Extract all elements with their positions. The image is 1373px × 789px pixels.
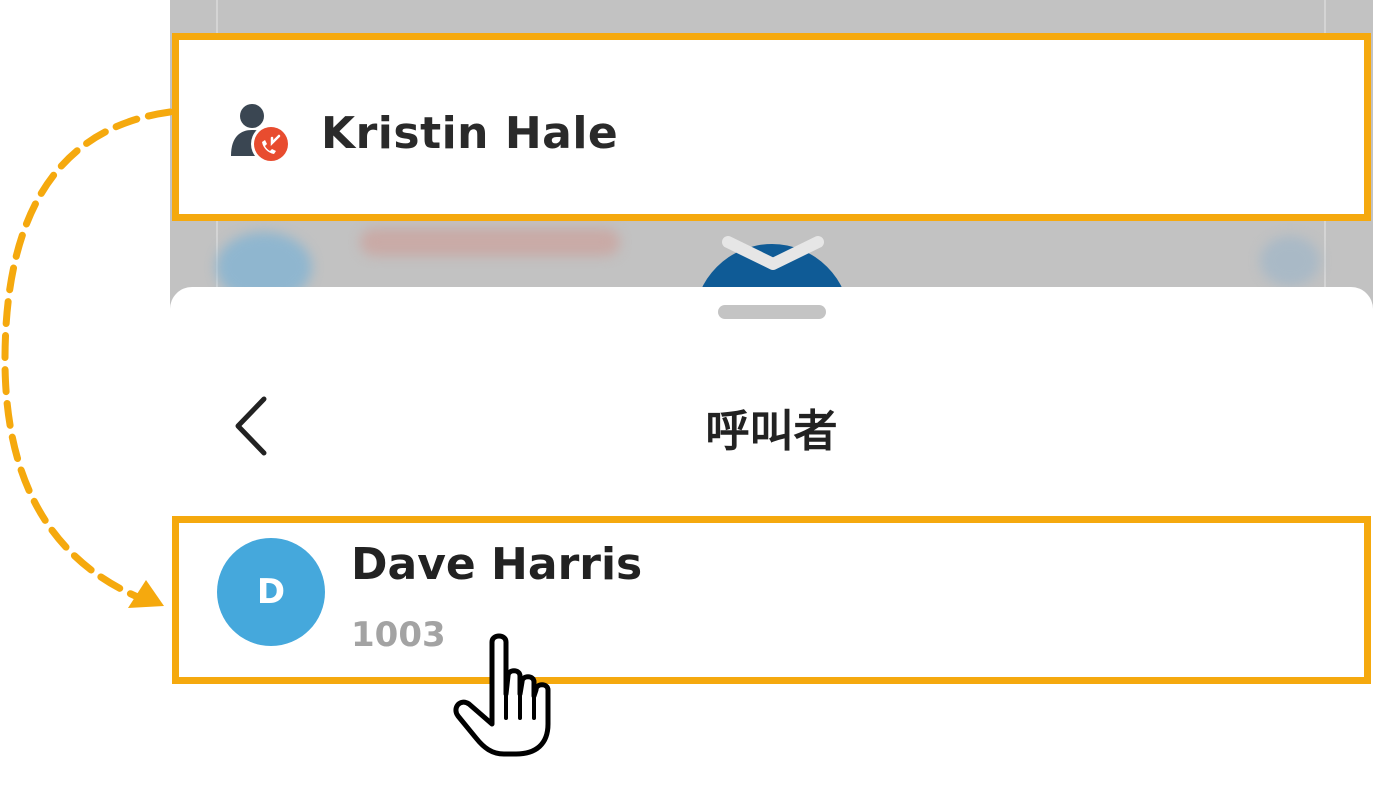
caller-card-highlight: Kristin Hale [172,33,1371,221]
background-icon-blur [1260,236,1320,286]
dashed-curved-arrow [1,108,174,608]
missed-call-contact-icon [231,104,291,164]
chevron-down-icon [722,236,824,270]
contact-row[interactable]: D Dave Harris 1003 [172,516,1371,684]
avatar: D [217,538,325,646]
background-text-blur [360,228,620,256]
sheet-grabber[interactable] [718,305,826,319]
caller-name: Kristin Hale [321,108,619,159]
contact-name: Dave Harris [351,539,643,590]
page-title: 呼叫者 [705,406,838,457]
contact-extension: 1003 [351,615,446,655]
screen: Kristin Hale 呼叫者 D Dave Harris 1003 [0,0,1373,789]
